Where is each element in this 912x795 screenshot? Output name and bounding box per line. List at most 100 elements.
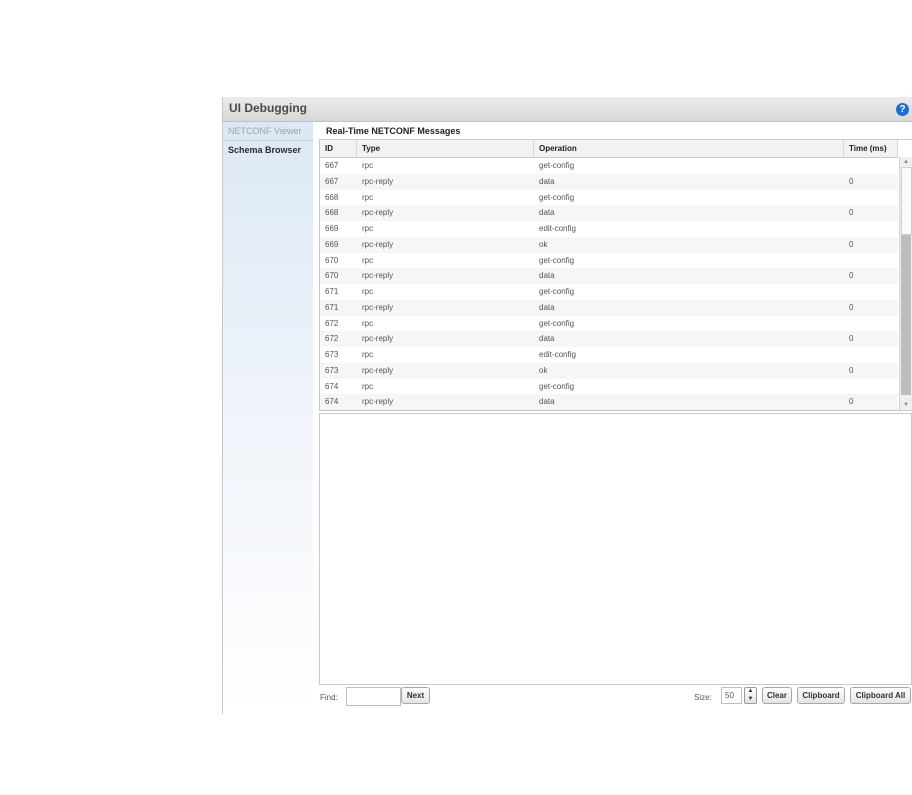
window-title: UI Debugging xyxy=(229,101,307,115)
cell-id: 667 xyxy=(325,176,339,186)
size-input[interactable]: 50 xyxy=(721,687,742,704)
cell-operation: edit-config xyxy=(539,224,576,233)
ui-debugging-window: UI Debugging ? NETCONF Viewer Schema Bro… xyxy=(222,97,912,714)
cell-time: 0 xyxy=(849,208,854,218)
cell-time: 0 xyxy=(849,271,854,281)
cell-id: 668 xyxy=(325,192,339,202)
sidebar-item-schema-browser[interactable]: Schema Browser xyxy=(223,141,313,159)
cell-operation: get-config xyxy=(539,287,575,296)
table-row[interactable]: 674 rpc-reply data 0 xyxy=(320,394,898,410)
cell-id: 674 xyxy=(325,381,339,391)
table-row[interactable]: 672 rpc-reply data 0 xyxy=(320,331,898,347)
table-row[interactable]: 669 rpc edit-config xyxy=(320,221,898,237)
cell-type: rpc xyxy=(362,287,374,296)
table-body: 667 rpc get-config 667 rpc-reply data 0 668 rpc g… xyxy=(320,158,898,410)
cell-type: rpc-reply xyxy=(362,176,394,186)
cell-operation: data xyxy=(539,176,555,186)
table-row[interactable]: 672 rpc get-config xyxy=(320,316,898,332)
table-row[interactable]: 669 rpc-reply ok 0 xyxy=(320,236,898,253)
title-bar: UI Debugging ? xyxy=(223,97,912,122)
clipboard-button[interactable]: Clipboard xyxy=(797,687,845,704)
table-row[interactable]: 667 rpc get-config xyxy=(320,158,898,174)
table-row[interactable]: 670 rpc get-config xyxy=(320,253,898,269)
sidebar: NETCONF Viewer Schema Browser xyxy=(223,122,313,714)
cell-operation: data xyxy=(539,271,555,281)
size-stepper[interactable]: ▲ ▼ xyxy=(744,687,757,704)
scroll-up-icon[interactable]: ▲ xyxy=(900,157,912,167)
messages-table: ID Type Operation Time (ms) 667 rpc get-co… xyxy=(319,139,912,411)
cell-type: rpc-reply xyxy=(362,397,394,407)
next-button[interactable]: Next xyxy=(401,687,430,704)
cell-operation: data xyxy=(539,397,555,407)
cell-time: 0 xyxy=(849,334,854,344)
cell-id: 674 xyxy=(325,397,339,407)
cell-operation: get-config xyxy=(539,381,575,391)
cell-time: 0 xyxy=(849,239,854,249)
sidebar-item-netconf-viewer[interactable]: NETCONF Viewer xyxy=(223,122,313,141)
cell-id: 670 xyxy=(325,271,339,281)
find-input[interactable] xyxy=(346,687,401,706)
cell-operation: ok xyxy=(539,365,548,375)
cell-time: 0 xyxy=(849,365,854,375)
panel-title: Real-Time NETCONF Messages xyxy=(326,126,461,136)
table-header: ID Type Operation Time (ms) xyxy=(320,140,898,158)
cell-time: 0 xyxy=(849,302,854,312)
scrollbar-thumb[interactable] xyxy=(901,235,911,395)
cell-id: 668 xyxy=(325,208,339,218)
cell-id: 671 xyxy=(325,287,339,296)
cell-id: 669 xyxy=(325,224,339,233)
table-row[interactable]: 670 rpc-reply data 0 xyxy=(320,268,898,284)
cell-type: rpc xyxy=(362,224,374,233)
clear-button[interactable]: Clear xyxy=(762,687,792,704)
table-row[interactable]: 667 rpc-reply data 0 xyxy=(320,173,898,190)
table-row[interactable]: 674 rpc get-config xyxy=(320,379,898,395)
table-row[interactable]: 668 rpc get-config xyxy=(320,190,898,206)
cell-type: rpc-reply xyxy=(362,365,394,375)
cell-type: rpc-reply xyxy=(362,239,394,249)
cell-operation: ok xyxy=(539,239,548,249)
cell-operation: get-config xyxy=(539,255,575,265)
cell-id: 667 xyxy=(325,161,339,170)
cell-operation: get-config xyxy=(539,161,575,170)
cell-id: 669 xyxy=(325,239,339,249)
cell-id: 671 xyxy=(325,302,339,312)
cell-operation: data xyxy=(539,302,555,312)
decrement-icon[interactable]: ▼ xyxy=(745,696,756,703)
clipboard-all-button[interactable]: Clipboard All xyxy=(850,687,911,704)
table-row[interactable]: 673 rpc-reply ok 0 xyxy=(320,362,898,379)
message-detail-pane[interactable] xyxy=(319,413,912,685)
table-row[interactable]: 671 rpc get-config xyxy=(320,284,898,300)
cell-id: 672 xyxy=(325,334,339,344)
cell-type: rpc xyxy=(362,318,374,328)
increment-icon[interactable]: ▲ xyxy=(745,688,756,695)
cell-type: rpc-reply xyxy=(362,271,394,281)
column-header-type[interactable]: Type xyxy=(357,140,534,157)
column-header-time[interactable]: Time (ms) xyxy=(844,140,898,157)
cell-id: 670 xyxy=(325,255,339,265)
cell-operation: data xyxy=(539,334,555,344)
cell-id: 672 xyxy=(325,318,339,328)
cell-operation: get-config xyxy=(539,192,575,202)
table-row[interactable]: 668 rpc-reply data 0 xyxy=(320,205,898,221)
column-header-id[interactable]: ID xyxy=(320,140,357,157)
table-scrollbar[interactable]: ▲ ▼ xyxy=(899,157,912,410)
column-header-operation[interactable]: Operation xyxy=(534,140,844,157)
table-row[interactable]: 673 rpc edit-config xyxy=(320,347,898,363)
cell-operation: edit-config xyxy=(539,350,576,359)
cell-operation: data xyxy=(539,208,555,218)
table-row[interactable]: 671 rpc-reply data 0 xyxy=(320,299,898,316)
cell-id: 673 xyxy=(325,350,339,359)
cell-type: rpc-reply xyxy=(362,208,394,218)
find-label: Find: xyxy=(320,693,338,702)
bottom-toolbar: Find: Next Size: 50 ▲ ▼ Clear Clipboard … xyxy=(223,685,912,709)
help-icon[interactable]: ? xyxy=(896,103,909,116)
scrollbar-track[interactable] xyxy=(901,167,912,235)
cell-type: rpc-reply xyxy=(362,334,394,344)
cell-type: rpc-reply xyxy=(362,302,394,312)
cell-time: 0 xyxy=(849,397,854,407)
scroll-down-icon[interactable]: ▼ xyxy=(900,400,912,410)
cell-type: rpc xyxy=(362,350,374,359)
cell-type: rpc xyxy=(362,161,374,170)
cell-operation: get-config xyxy=(539,318,575,328)
cell-type: rpc xyxy=(362,192,374,202)
